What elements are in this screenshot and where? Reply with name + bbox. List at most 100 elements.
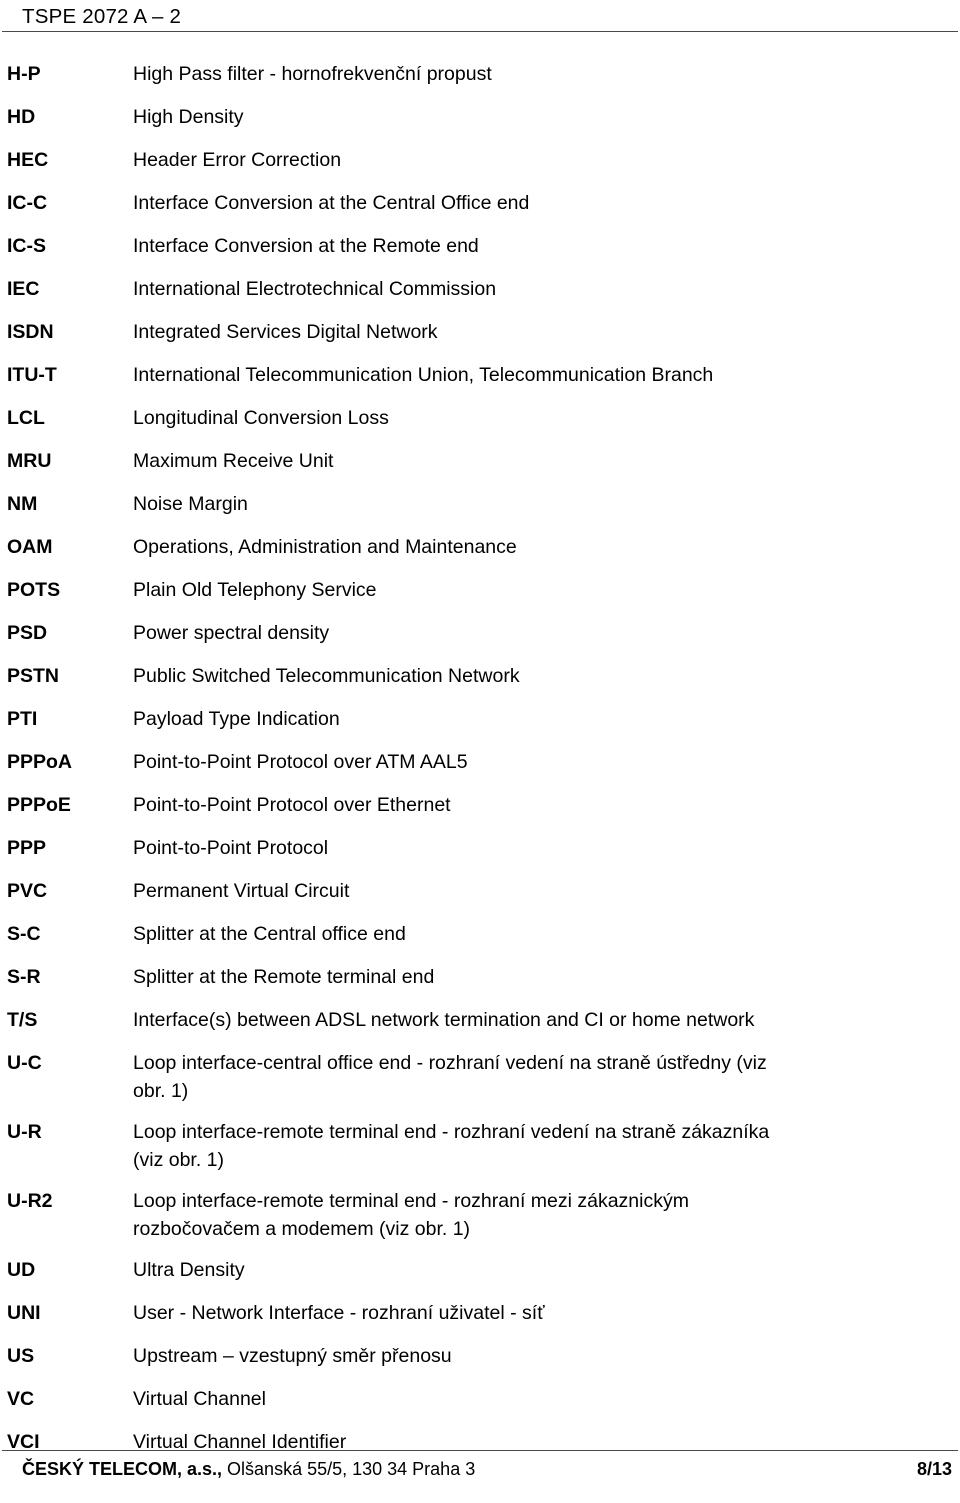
abbreviation-row: IEC International Electrotechnical Commis… [0,275,960,318]
abbreviation-row: PSD Power spectral density [0,619,960,662]
document-id: TSPE 2072 A – 2 [22,5,182,28]
abbreviation-term: LCL [7,407,45,429]
abbreviation-term: PPPoE [7,794,71,816]
abbreviation-definition: Loop interface-remote terminal end - roz… [133,1187,875,1243]
abbreviation-row: HD High Density [0,103,960,146]
abbreviation-definition: Interface Conversion at the Remote end [133,232,875,260]
abbreviation-row: ISDN Integrated Services Digital Network [0,318,960,361]
definition-line: Ultra Density [133,1259,245,1281]
definition-line: Permanent Virtual Circuit [133,880,350,902]
definition-line: Plain Old Telephony Service [133,579,377,601]
definition-line: Loop interface-remote terminal end - roz… [133,1121,770,1143]
definition-line: Point-to-Point Protocol over ATM AAL5 [133,751,468,773]
abbreviation-row: U-C Loop interface-central office end - r… [0,1049,960,1118]
abbreviation-definition: Upstream – vzestupný směr přenosu [133,1342,875,1370]
abbreviation-term: PSTN [7,665,60,687]
abbreviation-term: PTI [7,708,38,730]
abbreviation-definition: Plain Old Telephony Service [133,576,875,604]
definition-line: (viz obr. 1) [133,1149,225,1171]
abbreviation-row: U-R Loop interface-remote terminal end - … [0,1118,960,1187]
abbreviation-definition: Permanent Virtual Circuit [133,877,875,905]
abbreviation-row: HEC Header Error Correction [0,146,960,189]
abbreviation-term: UNI [7,1302,41,1324]
definition-line: Payload Type Indication [133,708,340,730]
abbreviation-row: PPP Point-to-Point Protocol [0,834,960,877]
abbreviation-definition: Point-to-Point Protocol over Ethernet [133,791,875,819]
abbreviation-row: T/S Interface(s) between ADSL network ter… [0,1006,960,1049]
definition-line: Splitter at the Remote terminal end [133,966,435,988]
definition-line: Loop interface-central office end - rozh… [133,1052,767,1074]
definition-line: Interface Conversion at the Central Offi… [133,192,530,214]
abbreviation-term: PSD [7,622,48,644]
footer-divider [2,1450,958,1451]
abbreviation-row: UD Ultra Density [0,1256,960,1299]
definition-line: obr. 1) [133,1080,189,1102]
abbreviation-definition: Point-to-Point Protocol [133,834,875,862]
abbreviation-definition: Power spectral density [133,619,875,647]
abbreviation-row: PPPoE Point-to-Point Protocol over Ethern… [0,791,960,834]
abbreviation-definition: Splitter at the Remote terminal end [133,963,875,991]
abbreviation-row: S-C Splitter at the Central office end [0,920,960,963]
abbreviation-row: POTS Plain Old Telephony Service [0,576,960,619]
abbreviation-row: PPPoA Point-to-Point Protocol over ATM AA… [0,748,960,791]
abbreviation-row: PVC Permanent Virtual Circuit [0,877,960,920]
abbreviation-term: OAM [7,536,53,558]
abbreviation-term: ISDN [7,321,54,343]
abbreviation-definition: Header Error Correction [133,146,875,174]
definition-line: Public Switched Telecommunication Networ… [133,665,520,687]
abbreviation-definition: Loop interface-remote terminal end - roz… [133,1118,875,1174]
abbreviation-term: H-P [7,63,41,85]
definition-line: Loop interface-remote terminal end - roz… [133,1190,689,1212]
abbreviation-definition: Maximum Receive Unit [133,447,875,475]
definition-line: Upstream – vzestupný směr přenosu [133,1345,452,1367]
definition-line: International Telecommunication Union, T… [133,364,714,386]
abbreviation-term: T/S [7,1009,38,1031]
abbreviation-term: U-R2 [7,1190,53,1212]
abbreviation-definition: Payload Type Indication [133,705,875,733]
definition-line: Point-to-Point Protocol over Ethernet [133,794,451,816]
abbreviation-term: HD [7,106,36,128]
abbreviation-term: IEC [7,278,40,300]
footer-publisher: ČESKÝ TELECOM, a.s., Olšanská 55/5, 130 … [22,1457,475,1481]
abbreviation-term: U-C [7,1052,42,1074]
abbreviation-term: HEC [7,149,49,171]
abbreviation-term: NM [7,493,38,515]
abbreviation-term: POTS [7,579,61,601]
abbreviation-definition: Ultra Density [133,1256,875,1284]
abbreviation-term: ITU-T [7,364,57,386]
definition-line: Integrated Services Digital Network [133,321,438,343]
definition-line: High Pass filter - hornofrekvenční propu… [133,63,492,85]
abbreviation-term: UD [7,1259,36,1281]
definition-line: Power spectral density [133,622,330,644]
abbreviation-term: VC [7,1388,35,1410]
abbreviation-term: PPP [7,837,47,859]
abbreviation-definition: Public Switched Telecommunication Networ… [133,662,875,690]
page-header: TSPE 2072 A – 2 [0,0,960,30]
page-footer: ČESKÝ TELECOM, a.s., Olšanská 55/5, 130 … [0,1443,960,1503]
definition-line: rozbočovačem a modemem (viz obr. 1) [133,1218,471,1240]
definition-line: High Density [133,106,244,128]
document-page: TSPE 2072 A – 2 H-P High Pass filter - ho… [0,0,960,1503]
abbreviation-row: H-P High Pass filter - hornofrekvenční pr… [0,60,960,103]
abbreviation-row: MRU Maximum Receive Unit [0,447,960,490]
abbreviation-term: US [7,1345,35,1367]
page-number: 8/13 [916,1459,952,1479]
footer-company-address: Olšanská 55/5, 130 34 Praha 3 [222,1459,476,1479]
abbreviation-definition: High Pass filter - hornofrekvenční propu… [133,60,875,88]
abbreviation-row: PSTN Public Switched Telecommunication Ne… [0,662,960,705]
abbreviation-definition: Longitudinal Conversion Loss [133,404,875,432]
abbreviation-list: H-P High Pass filter - hornofrekvenční pr… [0,60,960,1471]
abbreviation-row: IC-C Interface Conversion at the Central … [0,189,960,232]
abbreviation-definition: Interface Conversion at the Central Offi… [133,189,875,217]
abbreviation-definition: Virtual Channel [133,1385,875,1413]
abbreviation-row: OAM Operations, Administration and Mainte… [0,533,960,576]
definition-line: Operations, Administration and Maintenan… [133,536,517,558]
abbreviation-term: PVC [7,880,48,902]
abbreviation-row: S-R Splitter at the Remote terminal end [0,963,960,1006]
definition-line: Interface(s) between ADSL network termin… [133,1009,755,1031]
abbreviation-definition: Interface(s) between ADSL network termin… [133,1006,875,1034]
definition-line: Splitter at the Central office end [133,923,406,945]
definition-line: Maximum Receive Unit [133,450,334,472]
header-divider [2,31,958,32]
definition-line: Virtual Channel [133,1388,266,1410]
